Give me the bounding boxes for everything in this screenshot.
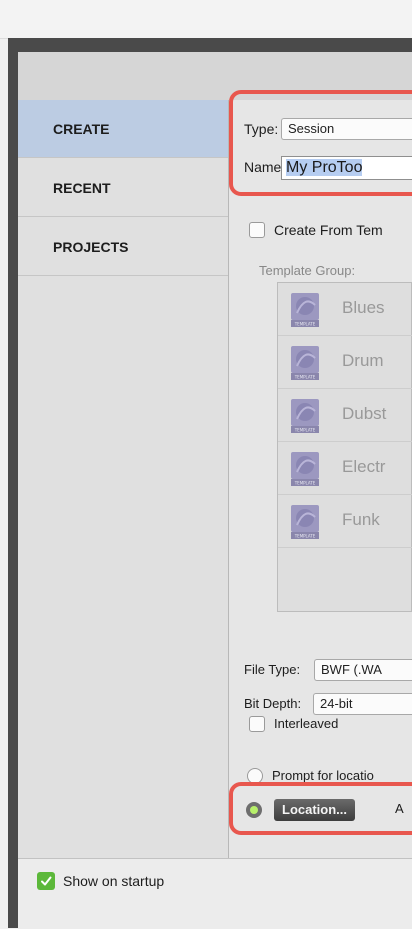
svg-text:TEMPLATE: TEMPLATE bbox=[294, 481, 316, 486]
template-name: Blues bbox=[342, 298, 385, 317]
sidebar-item-label: RECENT bbox=[53, 179, 111, 196]
sidebar-item-label: PROJECTS bbox=[53, 238, 129, 255]
interleaved-label: Interleaved bbox=[274, 716, 339, 731]
show-on-startup-checkbox[interactable] bbox=[37, 872, 55, 890]
top-strip bbox=[0, 0, 412, 39]
sidebar-item-recent[interactable]: RECENT bbox=[18, 159, 228, 217]
bit-depth-label: Bit Depth: bbox=[244, 696, 302, 711]
template-doc-icon: TEMPLATE bbox=[291, 399, 319, 433]
list-item[interactable]: TEMPLATE Electr bbox=[278, 442, 412, 495]
sidebar-item-projects[interactable]: PROJECTS bbox=[18, 218, 228, 276]
location-highlight bbox=[229, 782, 412, 835]
list-item[interactable]: TEMPLATE Funk bbox=[278, 495, 412, 548]
template-doc-icon: TEMPLATE bbox=[291, 505, 319, 539]
file-type-select[interactable]: BWF (.WA bbox=[314, 659, 412, 681]
svg-text:TEMPLATE: TEMPLATE bbox=[294, 428, 316, 433]
list-item[interactable]: TEMPLATE Drum bbox=[278, 336, 412, 389]
type-name-highlight bbox=[229, 90, 412, 196]
template-group-label: Template Group: bbox=[259, 263, 356, 278]
template-doc-icon: TEMPLATE bbox=[291, 346, 319, 380]
svg-text:TEMPLATE: TEMPLATE bbox=[294, 322, 316, 327]
sidebar-item-create[interactable]: CREATE bbox=[18, 100, 228, 158]
template-doc-icon: TEMPLATE bbox=[291, 452, 319, 486]
svg-text:TEMPLATE: TEMPLATE bbox=[294, 534, 316, 539]
template-name: Funk bbox=[342, 510, 380, 529]
list-item[interactable]: TEMPLATE Dubst bbox=[278, 389, 412, 442]
template-name: Electr bbox=[342, 457, 386, 476]
svg-text:TEMPLATE: TEMPLATE bbox=[294, 375, 316, 380]
file-type-label: File Type: bbox=[244, 662, 301, 677]
list-item[interactable]: TEMPLATE Blues bbox=[278, 283, 412, 336]
create-from-template-label: Create From Tem bbox=[274, 222, 383, 238]
template-name: Drum bbox=[342, 351, 384, 370]
template-name: Dubst bbox=[342, 404, 387, 423]
interleaved-checkbox[interactable] bbox=[249, 716, 265, 732]
sidebar-item-label: CREATE bbox=[53, 120, 110, 137]
footer-bar bbox=[18, 858, 412, 929]
create-from-template-checkbox[interactable] bbox=[249, 222, 265, 238]
bit-depth-select[interactable]: 24-bit bbox=[313, 693, 412, 715]
show-on-startup-label: Show on startup bbox=[63, 873, 165, 889]
template-doc-icon: TEMPLATE bbox=[291, 293, 319, 327]
prompt-location-label: Prompt for locatio bbox=[272, 768, 374, 783]
sidebar: CREATE RECENT PROJECTS bbox=[18, 100, 229, 858]
template-list: TEMPLATE Blues TEMPLATE Drum TEMPLATE Du… bbox=[277, 282, 412, 612]
checkmark-icon bbox=[41, 876, 52, 886]
